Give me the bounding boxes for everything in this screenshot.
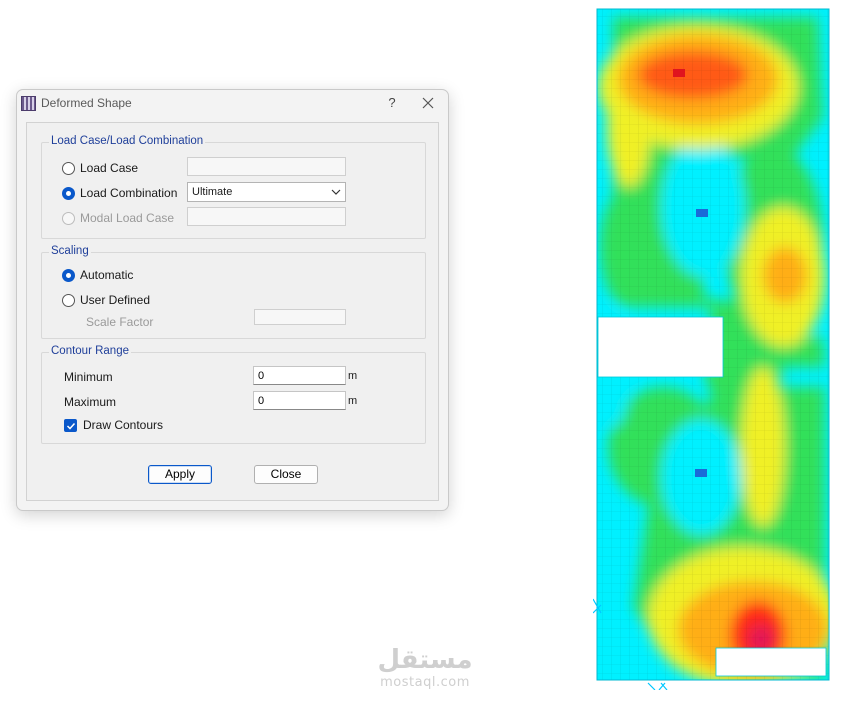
automatic-label: Automatic (80, 268, 134, 282)
watermark-latin: mostaql.com (380, 675, 470, 690)
deformation-contour-plot[interactable] (593, 7, 833, 690)
deformed-shape-dialog: Deformed Shape ? Load Case/Load Combinat… (16, 89, 449, 511)
user-defined-radio[interactable] (62, 294, 75, 307)
scaling-group: Scaling Automatic User Defined Scale Fac… (41, 245, 426, 339)
draw-contours-label: Draw Contours (83, 418, 164, 432)
draw-contours-checkbox[interactable] (64, 419, 77, 432)
contour-range-group: Contour Range Minimum m Maximum m Draw C… (41, 345, 426, 444)
minimum-unit: m (348, 370, 358, 382)
dialog-content: Load Case/Load Combination Load Case Loa… (26, 122, 439, 501)
title-bar[interactable]: Deformed Shape ? (17, 90, 448, 116)
load-combination-select[interactable]: Ultimate (187, 182, 346, 202)
apply-button[interactable]: Apply (148, 465, 212, 484)
slab-opening-middle (597, 316, 724, 378)
load-combination-label: Load Combination (80, 186, 178, 200)
close-window-button[interactable] (413, 91, 443, 115)
maximum-label: Maximum (64, 395, 117, 409)
user-defined-label: User Defined (80, 293, 151, 307)
load-case-label: Load Case (80, 161, 139, 175)
close-icon (422, 97, 434, 109)
load-combination-value: Ultimate (192, 186, 233, 198)
maximum-unit: m (348, 395, 358, 407)
contour-range-group-title: Contour Range (49, 345, 131, 357)
automatic-radio[interactable] (62, 269, 75, 282)
app-grid-icon (21, 96, 36, 111)
modal-load-case-field[interactable] (187, 207, 346, 226)
maximum-field[interactable] (253, 391, 346, 410)
load-case-radio[interactable] (62, 162, 75, 175)
load-case-field[interactable] (187, 157, 346, 176)
load-case-group: Load Case/Load Combination Load Case Loa… (41, 135, 426, 239)
scale-factor-field[interactable] (254, 309, 346, 325)
modal-load-case-radio[interactable] (62, 212, 75, 225)
load-combination-radio[interactable] (62, 187, 75, 200)
slab-opening-bottom (715, 647, 827, 677)
watermark-arabic: مستقل (377, 645, 473, 675)
modal-load-case-label: Modal Load Case (80, 211, 175, 225)
minimum-label: Minimum (64, 370, 113, 384)
scaling-group-title: Scaling (49, 245, 91, 257)
checkmark-icon (66, 422, 76, 430)
watermark-logo: مستقل mostaql.com (370, 645, 480, 690)
scale-factor-label: Scale Factor (86, 315, 154, 329)
help-button[interactable]: ? (372, 91, 412, 115)
dialog-title: Deformed Shape (41, 96, 132, 110)
minimum-field[interactable] (253, 366, 346, 385)
load-case-group-title: Load Case/Load Combination (49, 135, 206, 147)
close-button[interactable]: Close (254, 465, 318, 484)
chevron-down-icon (331, 189, 341, 195)
